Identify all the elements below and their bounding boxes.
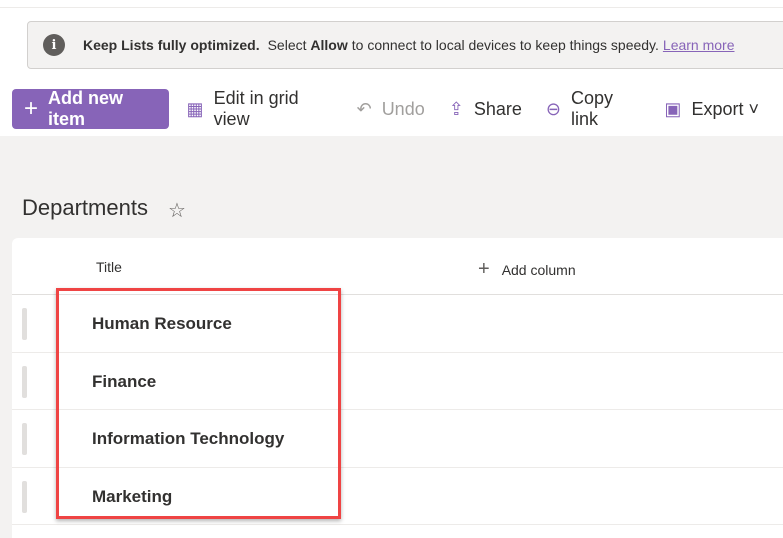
star-icon[interactable]: ☆ (168, 198, 186, 223)
command-bar: + Add new item ▦ Edit in grid view ↶ Undo ⇪… (12, 88, 783, 130)
edit-grid-button[interactable]: ▦ Edit in grid view (187, 88, 333, 130)
banner-allow: Allow (310, 37, 348, 53)
add-column-label: Add column (501, 261, 576, 278)
export-button[interactable]: ▣ Export ˅ (664, 99, 759, 120)
grid-label: Edit in grid view (213, 88, 299, 129)
add-label: Add new item (48, 88, 124, 129)
highlight-box (56, 288, 341, 519)
divider (0, 7, 783, 8)
row-selector[interactable] (22, 308, 27, 340)
plus-icon: + (24, 95, 39, 122)
header-row: Title + Add column (12, 238, 783, 295)
row-selector[interactable] (22, 423, 27, 455)
export-label: Export (691, 98, 744, 119)
row-selector[interactable] (22, 365, 27, 398)
chevron-down-icon: ˅ (748, 98, 759, 119)
excel-icon: ▣ (664, 98, 682, 119)
column-header-title[interactable]: Title (96, 259, 122, 275)
share-icon: ⇪ (448, 98, 464, 119)
grid-icon: ▦ (186, 98, 204, 119)
share-button[interactable]: ⇪ Share (449, 99, 522, 120)
banner-text-2: to connect to local devices to keep thin… (351, 37, 659, 53)
undo-icon: ↶ (356, 98, 372, 119)
info-banner: i Keep Lists fully optimized. Select All… (27, 21, 783, 69)
add-column-button[interactable]: + Add column (478, 258, 576, 281)
banner-bold: Keep Lists fully optimized. (83, 37, 260, 53)
info-icon: i (43, 34, 65, 56)
link-icon: ⊖ (545, 98, 561, 119)
add-new-item-button[interactable]: + Add new item (12, 88, 169, 129)
undo-label: Undo (381, 98, 425, 119)
banner-text: Select (267, 37, 307, 53)
row-selector[interactable] (22, 480, 27, 513)
list-title: Departments (22, 195, 148, 220)
copy-link-button[interactable]: ⊖ Copy link (546, 88, 641, 130)
plus-icon: + (478, 258, 490, 280)
share-label: Share (473, 98, 522, 119)
copy-label: Copy link (570, 88, 613, 129)
undo-button[interactable]: ↶ Undo (357, 99, 425, 120)
learn-more-link[interactable]: Learn more (663, 37, 735, 53)
